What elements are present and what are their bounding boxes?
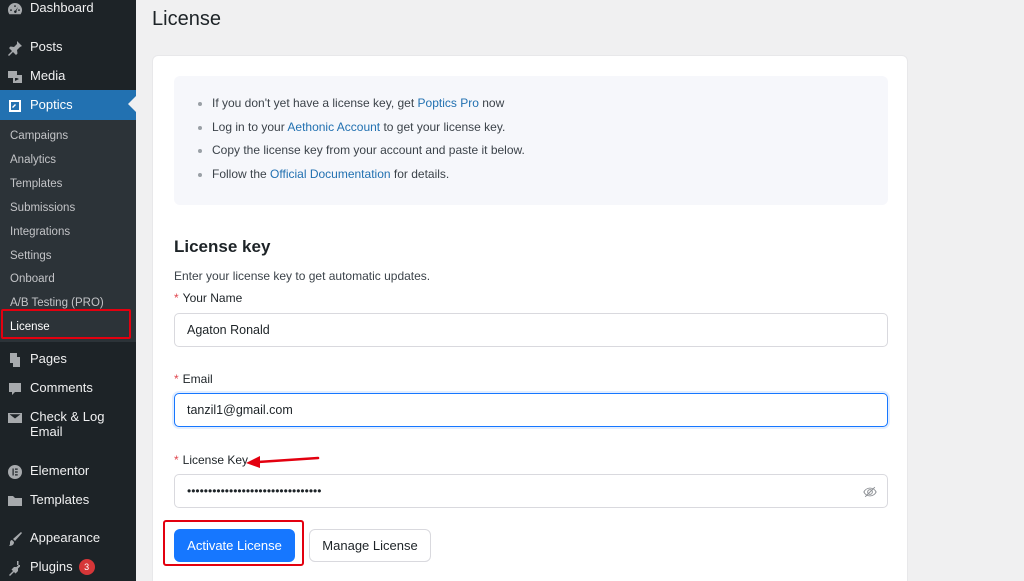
section-description: Enter your license key to get automatic …	[174, 269, 431, 283]
submenu-item-campaigns[interactable]: Campaigns	[10, 130, 68, 142]
sidebar-item-posts[interactable]: Posts	[0, 39, 136, 59]
sidebar-item-comments[interactable]: Comments	[0, 380, 136, 400]
elementor-icon	[7, 464, 23, 480]
license-key-field[interactable]: ••••••••••••••••••••••••••••••••	[174, 474, 888, 508]
comments-icon	[7, 381, 23, 397]
activate-highlight-box	[163, 520, 304, 566]
email-icon	[7, 410, 23, 426]
submenu-item-submissions[interactable]: Submissions	[10, 202, 75, 214]
submenu-item-templates[interactable]: Templates	[10, 178, 62, 190]
email-field[interactable]: tanzil1@gmail.com	[174, 393, 888, 427]
submenu-item-settings[interactable]: Settings	[10, 250, 52, 262]
license-key-masked-value: ••••••••••••••••••••••••••••••••	[187, 484, 322, 498]
sidebar-item-appearance[interactable]: Appearance	[0, 530, 136, 550]
submenu-item-ab-testing[interactable]: A/B Testing (PRO)	[10, 297, 104, 309]
sidebar-item-label: Pages	[30, 351, 67, 366]
sidebar-item-poptics[interactable]: Poptics	[0, 90, 136, 120]
sidebar-item-label-line2: Email	[30, 424, 63, 439]
sidebar-item-plugins[interactable]: Plugins 3	[0, 559, 136, 579]
sidebar-item-label: Comments	[30, 380, 93, 395]
license-card: If you don't yet have a license key, get…	[152, 55, 908, 581]
media-icon	[7, 69, 23, 85]
name-label: * Your Name	[174, 291, 243, 305]
license-key-label: * License Key	[174, 453, 249, 467]
dashboard-icon	[7, 1, 23, 17]
sidebar-item-label: Elementor	[30, 463, 90, 478]
sidebar-item-elementor[interactable]: Elementor	[0, 463, 136, 483]
aethonic-account-link[interactable]: Aethonic Account	[287, 120, 380, 134]
sidebar-item-label: Poptics	[30, 97, 73, 112]
folder-icon	[7, 493, 23, 509]
submenu-item-onboard[interactable]: Onboard	[10, 273, 55, 285]
sidebar-item-check-log-email[interactable]: Check & Log Email	[0, 409, 136, 441]
info-line-copy: Copy the license key from your account a…	[198, 143, 525, 157]
brush-icon	[7, 531, 23, 547]
sidebar-item-label: Media	[30, 68, 66, 83]
plugin-icon	[7, 560, 23, 576]
eye-slash-icon[interactable]	[863, 485, 877, 499]
poptics-icon	[7, 98, 23, 114]
pin-icon	[7, 40, 23, 56]
sidebar-item-label: Posts	[30, 39, 63, 54]
submenu-item-analytics[interactable]: Analytics	[10, 154, 56, 166]
sidebar-item-label: Templates	[30, 492, 90, 507]
sidebar-item-label: Dashboard	[30, 0, 94, 15]
info-line-docs: Follow the Official Documentation for de…	[197, 167, 450, 181]
info-line-login: Log in to your Aethonic Account to get y…	[197, 120, 506, 134]
sidebar-item-label: Check & Log	[30, 409, 105, 424]
sidebar-item-pages[interactable]: Pages	[0, 351, 136, 371]
poptics-pro-link[interactable]: Poptics Pro	[418, 96, 479, 110]
sidebar-item-dashboard[interactable]: Dashboard	[0, 0, 136, 20]
info-box: If you don't yet have a license key, get…	[174, 76, 888, 205]
section-title: License key	[174, 237, 271, 256]
official-documentation-link[interactable]: Official Documentation	[270, 167, 391, 181]
sidebar-item-media[interactable]: Media	[0, 68, 136, 88]
admin-sidebar: Dashboard Posts Media Poptics Campaigns …	[0, 0, 136, 581]
manage-license-button[interactable]: Manage License	[309, 529, 431, 562]
sidebar-item-label: Appearance	[30, 530, 101, 545]
update-count-badge: 3	[78, 559, 95, 575]
red-annotation-arrow-icon	[246, 456, 320, 468]
email-label: * Email	[174, 372, 213, 386]
page-title: License	[152, 8, 221, 30]
active-menu-arrow	[128, 96, 136, 112]
license-highlight-box	[1, 309, 131, 339]
pages-icon	[7, 352, 23, 368]
sidebar-item-templates[interactable]: Templates	[0, 492, 136, 512]
sidebar-item-label: Plugins	[30, 559, 73, 574]
info-line-get-pro: If you don't yet have a license key, get…	[197, 96, 505, 110]
submenu-item-integrations[interactable]: Integrations	[10, 226, 70, 238]
name-field[interactable]: Agaton Ronald	[174, 313, 888, 347]
